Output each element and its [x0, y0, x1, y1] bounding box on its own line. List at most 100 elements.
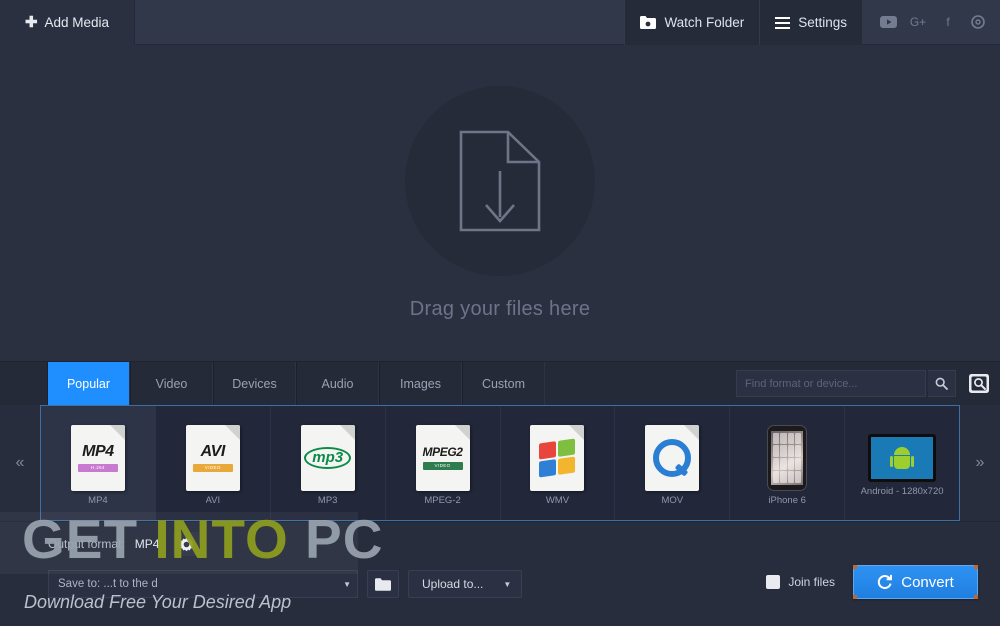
strip-prev-arrow[interactable]: «: [0, 405, 40, 521]
format-card-wmv[interactable]: WMV: [501, 406, 616, 520]
facebook-glyph: f: [946, 15, 950, 29]
watch-folder-button[interactable]: Watch Folder: [624, 0, 760, 45]
tab-images-label: Images: [400, 376, 441, 391]
bottom-actions: Join files Convert: [766, 565, 978, 599]
add-media-button[interactable]: ✚ Add Media: [0, 0, 135, 45]
format-tabbar: Popular Video Devices Audio Images Custo…: [0, 361, 1000, 405]
mov-file-icon: [645, 424, 700, 491]
search-area: [736, 362, 1000, 405]
format-card-label: iPhone 6: [768, 494, 806, 506]
mp4-codec-bar: H.264: [77, 463, 118, 472]
format-card-mov[interactable]: MOV: [615, 406, 731, 520]
page-fold: [109, 424, 125, 440]
join-files-checkbox[interactable]: Join files: [766, 575, 835, 589]
chevron-right-icon: »: [975, 454, 985, 471]
chevron-down-icon[interactable]: ▼: [339, 580, 351, 589]
page-fold: [684, 424, 700, 440]
page-fold: [454, 424, 470, 440]
checkbox-box: [766, 575, 781, 589]
format-card-avi[interactable]: AVI VIDEO AVI: [156, 406, 271, 520]
save-path-field[interactable]: Save to: ...t to the d ▼: [48, 570, 358, 598]
help-icon[interactable]: [966, 10, 990, 34]
format-card-android[interactable]: Android - 1280x720: [845, 406, 959, 520]
convert-button[interactable]: Convert: [853, 565, 978, 599]
tab-video[interactable]: Video: [130, 362, 213, 405]
android-robot-icon: [890, 446, 915, 469]
gear-icon[interactable]: [173, 532, 200, 556]
iphone-icon: [767, 424, 808, 491]
folder-icon[interactable]: [367, 570, 399, 598]
tab-audio-label: Audio: [321, 376, 354, 391]
format-card-label: WMV: [545, 494, 570, 506]
tab-custom[interactable]: Custom: [462, 362, 545, 405]
format-card-label: MP4: [88, 494, 108, 506]
format-card-label: MOV: [661, 494, 684, 506]
google-plus-icon[interactable]: G+: [906, 10, 930, 34]
magnifier-icon[interactable]: [928, 370, 956, 397]
mpeg2-file-icon: MPEG2 VIDEO: [415, 424, 470, 491]
format-card-mp3[interactable]: mp3 MP3: [271, 406, 386, 520]
format-strip: « MP4 H.264 MP4 AVI VIDEO AVI mp3 MP3 MP…: [0, 405, 1000, 521]
output-format-row: Output format: MP4: [48, 531, 978, 557]
convert-label: Convert: [901, 573, 954, 591]
upload-to-dropdown[interactable]: Upload to... ▼: [408, 570, 523, 598]
tabbar-spacer: [545, 362, 736, 405]
save-path-text: Save to: ...t to the d: [58, 578, 158, 590]
mpeg2-glyph-text: MPEG2: [422, 444, 463, 459]
folder-watch-icon: [640, 16, 657, 29]
chevron-left-icon: «: [15, 454, 25, 471]
wmv-file-icon: [530, 424, 585, 491]
strip-next-arrow[interactable]: »: [960, 405, 1000, 521]
focus-corner: [853, 565, 857, 569]
tab-images[interactable]: Images: [379, 362, 462, 405]
watch-folder-label: Watch Folder: [664, 15, 745, 30]
android-screen: [871, 436, 934, 479]
facebook-icon[interactable]: f: [936, 10, 960, 34]
quicktime-logo-icon: [653, 438, 692, 477]
page-fold: [224, 424, 240, 440]
tab-video-label: Video: [155, 376, 188, 391]
format-card-label: AVI: [205, 494, 221, 506]
format-card-label: Android - 1280x720: [860, 485, 944, 497]
settings-label: Settings: [798, 15, 847, 30]
focus-corner: [974, 565, 978, 569]
drop-circle: [405, 85, 595, 276]
tab-devices[interactable]: Devices: [213, 362, 296, 405]
tabs: Popular Video Devices Audio Images Custo…: [47, 362, 545, 405]
mp3-file-icon: mp3: [300, 424, 355, 491]
iphone-screen: [771, 430, 804, 485]
format-cards: MP4 H.264 MP4 AVI VIDEO AVI mp3 MP3 MPEG…: [40, 405, 960, 521]
format-card-mp4[interactable]: MP4 H.264 MP4: [41, 406, 156, 520]
bottom-bar: Output format: MP4 Save to: ...t to the …: [0, 521, 1000, 626]
search-field[interactable]: [736, 370, 926, 397]
tab-popular[interactable]: Popular: [47, 362, 130, 405]
avi-file-icon: AVI VIDEO: [185, 424, 240, 491]
format-card-iphone6[interactable]: iPhone 6: [730, 406, 846, 520]
search-input[interactable]: [745, 377, 917, 390]
windows-logo-icon: [539, 437, 576, 478]
tabbar-left-edge: [0, 362, 47, 405]
avi-codec-bar: VIDEO: [192, 463, 233, 472]
document-download-icon: [457, 129, 543, 233]
drop-zone[interactable]: Drag your files here: [0, 45, 1000, 361]
avi-glyph-text: AVI: [200, 442, 226, 460]
chevron-down-icon: ▼: [503, 579, 512, 589]
tab-audio[interactable]: Audio: [296, 362, 379, 405]
youtube-icon[interactable]: [876, 10, 900, 34]
settings-button[interactable]: Settings: [759, 0, 862, 45]
mpeg2-codec-bar: VIDEO: [422, 461, 463, 470]
output-format-label: Output format:: [48, 537, 125, 551]
mp4-glyph-text: MP4: [82, 442, 114, 460]
device-search-icon[interactable]: [964, 369, 994, 399]
join-files-label: Join files: [788, 575, 835, 589]
android-device-icon: [868, 433, 937, 482]
format-card-mpeg2[interactable]: MPEG2 VIDEO MPEG-2: [386, 406, 501, 520]
upload-to-label: Upload to...: [422, 577, 484, 591]
social-links: G+ f: [862, 0, 1000, 44]
format-card-label: MPEG-2: [424, 494, 461, 506]
toolbar: ✚ Add Media Watch Folder Settings G+ f: [0, 0, 1000, 45]
mp4-file-icon: MP4 H.264: [70, 424, 125, 491]
output-format-value: MP4: [134, 537, 160, 551]
page-fold: [339, 424, 355, 440]
refresh-icon: [877, 574, 893, 590]
